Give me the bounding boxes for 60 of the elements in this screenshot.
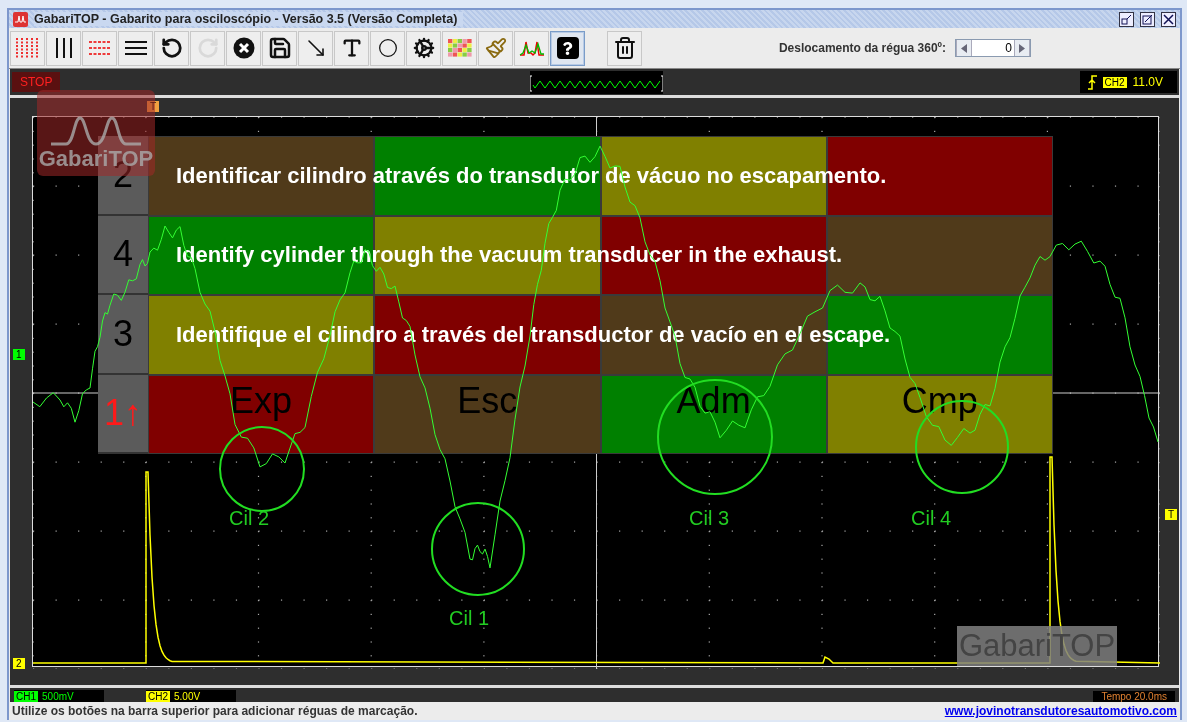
colors-button[interactable] [442, 30, 477, 66]
channel-tag: CH2 [146, 690, 170, 702]
channel-tag: CH1 [14, 690, 38, 702]
circle-tool-button[interactable] [370, 30, 405, 66]
trigger-channel: CH2 [1102, 76, 1127, 88]
circle-icon [377, 38, 398, 58]
settings-icon [412, 37, 435, 59]
waveform-button[interactable] [514, 30, 549, 66]
color-grid-icon [447, 39, 472, 57]
window-title: GabariTOP - Gabarito para osciloscópio - Versão 3.5 (Versão Completa) [34, 12, 464, 26]
waveform-icon [518, 39, 545, 57]
watermark-label: GabariTOP [957, 626, 1117, 666]
marker-tag[interactable]: T [1164, 509, 1177, 520]
cylinder-label: Cil 1 [449, 607, 489, 630]
trigger-level: 11.0V [1132, 75, 1163, 89]
undo-button[interactable] [154, 30, 189, 66]
offset-label: Deslocamento da régua 360º: [778, 41, 946, 55]
restore-button[interactable] [1119, 11, 1134, 27]
save-icon [267, 36, 292, 60]
row-number: 3 [98, 295, 148, 375]
undo-icon [160, 37, 183, 59]
help-button[interactable] [550, 30, 585, 66]
close-button[interactable] [1161, 11, 1176, 27]
clear-button[interactable] [226, 30, 261, 66]
row-number: 4 [98, 215, 148, 295]
channel-scale: 500mV [42, 690, 74, 702]
brush-button[interactable] [478, 30, 513, 66]
save-button[interactable] [262, 30, 297, 66]
arrow-tool-button[interactable] [298, 30, 333, 66]
stroke-label: Adm [676, 379, 751, 422]
vertical-rulers-icon [14, 37, 41, 59]
help-icon [556, 37, 579, 59]
stroke-label: Esc [457, 379, 518, 422]
vertical-rulers-icon [53, 37, 74, 59]
row-number: 1↑ [98, 374, 148, 454]
marker-tag[interactable]: 1 [13, 349, 25, 360]
status-message: Utilize os botões na barra superior para adicionar réguas de marcação. [12, 704, 418, 718]
website-link[interactable]: www.jovinotransdutoresautomotivo.com [944, 704, 1177, 718]
settings-button[interactable] [406, 30, 441, 66]
text-tool-button[interactable] [334, 30, 369, 66]
trash-icon [612, 36, 637, 60]
timebase: Tempo 20.0ms [1093, 691, 1175, 702]
instruction-text: Identificar cilindro através do transdutor de vácuo no escapamento. [175, 162, 888, 189]
horizontal-rulers-button[interactable] [118, 30, 153, 66]
vertical-rulers-button[interactable] [46, 30, 81, 66]
trigger-edge-icon [1087, 74, 1097, 90]
delete-button[interactable] [607, 30, 642, 66]
stroke-label: Exp [230, 379, 293, 422]
marker-tag[interactable]: 2 [13, 658, 25, 669]
app-icon [13, 11, 28, 27]
channel-scale: 5.00V [174, 690, 201, 702]
horizontal-rulers-icon [123, 40, 148, 56]
maximize-button[interactable] [1140, 11, 1155, 27]
horizontal-rulers-icon [87, 40, 112, 56]
run-state: STOP [12, 72, 61, 92]
brush-icon [484, 37, 507, 59]
cylinder-label: Cil 2 [229, 507, 269, 530]
close-icon [232, 37, 255, 59]
cylinder-label: Cil 4 [911, 507, 951, 530]
cylinder-label: Cil 3 [689, 507, 729, 530]
